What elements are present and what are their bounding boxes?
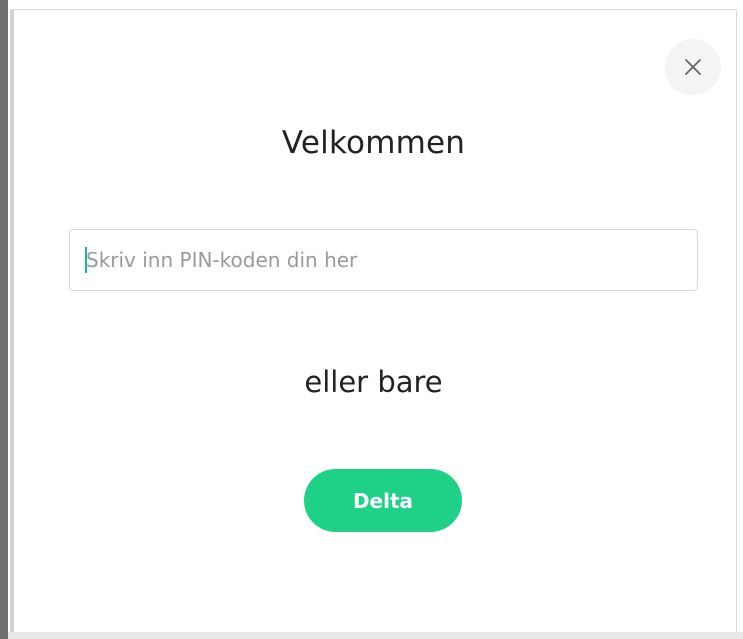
join-button[interactable]: Delta bbox=[304, 469, 462, 532]
window-left-edge bbox=[0, 0, 8, 639]
pin-input[interactable] bbox=[69, 229, 698, 291]
dialog-title: Velkommen bbox=[281, 125, 466, 161]
close-button[interactable] bbox=[665, 39, 721, 95]
welcome-dialog bbox=[10, 9, 737, 635]
text-caret bbox=[85, 247, 87, 273]
window-bottom-edge bbox=[8, 632, 743, 639]
or-label: eller bare bbox=[304, 365, 443, 399]
close-icon bbox=[685, 59, 701, 75]
